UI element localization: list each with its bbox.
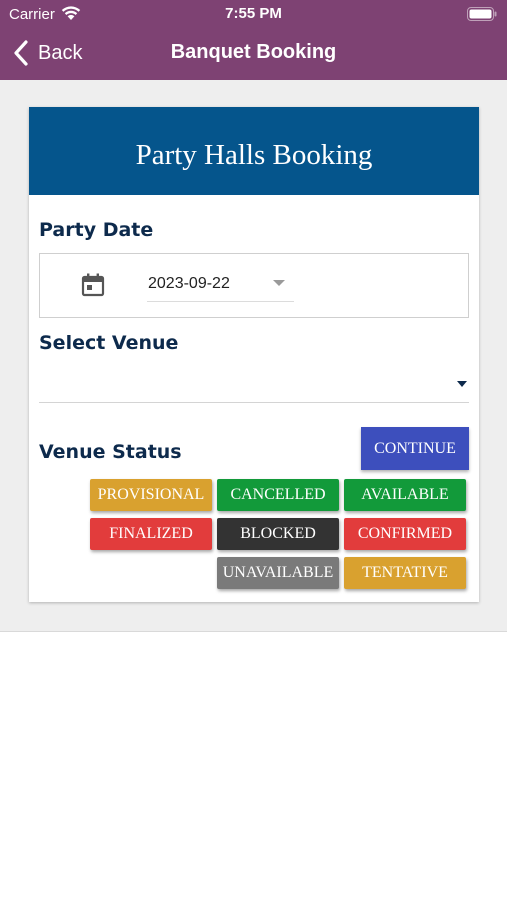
- venue-status-label: Venue Status: [39, 441, 182, 463]
- navigation-bar: Back Banquet Booking: [0, 28, 507, 80]
- status-badge-available: AVAILABLE: [344, 479, 466, 511]
- status-badge-blocked: BLOCKED: [217, 518, 339, 550]
- status-badge-unavailable: UNAVAILABLE: [217, 557, 339, 589]
- caret-down-icon: [457, 381, 467, 387]
- app-header: Carrier 7:55 PM Back Banquet Booking: [0, 0, 507, 80]
- party-date-label: Party Date: [39, 219, 154, 241]
- status-bar: Carrier 7:55 PM: [0, 0, 507, 28]
- card-header: Party Halls Booking: [29, 107, 479, 195]
- booking-card: Party Halls Booking Party Date 2023-09-2…: [29, 107, 479, 602]
- venue-select[interactable]: [39, 367, 469, 403]
- status-time: 7:55 PM: [225, 5, 282, 22]
- status-badge-tentative: TENTATIVE: [344, 557, 466, 589]
- caret-down-icon: [273, 280, 285, 286]
- select-venue-label: Select Venue: [39, 332, 179, 354]
- status-badge-finalized: FINALIZED: [90, 518, 212, 550]
- party-date-box: 2023-09-22: [39, 253, 469, 318]
- calendar-icon[interactable]: [80, 272, 106, 298]
- party-date-picker[interactable]: 2023-09-22: [147, 265, 294, 302]
- card-title: Party Halls Booking: [135, 139, 373, 171]
- status-badge-cancelled: CANCELLED: [217, 479, 339, 511]
- status-badge-confirmed: CONFIRMED: [344, 518, 466, 550]
- continue-button[interactable]: CONTINUE: [361, 427, 469, 470]
- battery-icon: [467, 7, 497, 21]
- page-title: Banquet Booking: [170, 41, 337, 63]
- party-date-value: 2023-09-22: [148, 275, 230, 292]
- status-badge-provisional: PROVISIONAL: [90, 479, 212, 511]
